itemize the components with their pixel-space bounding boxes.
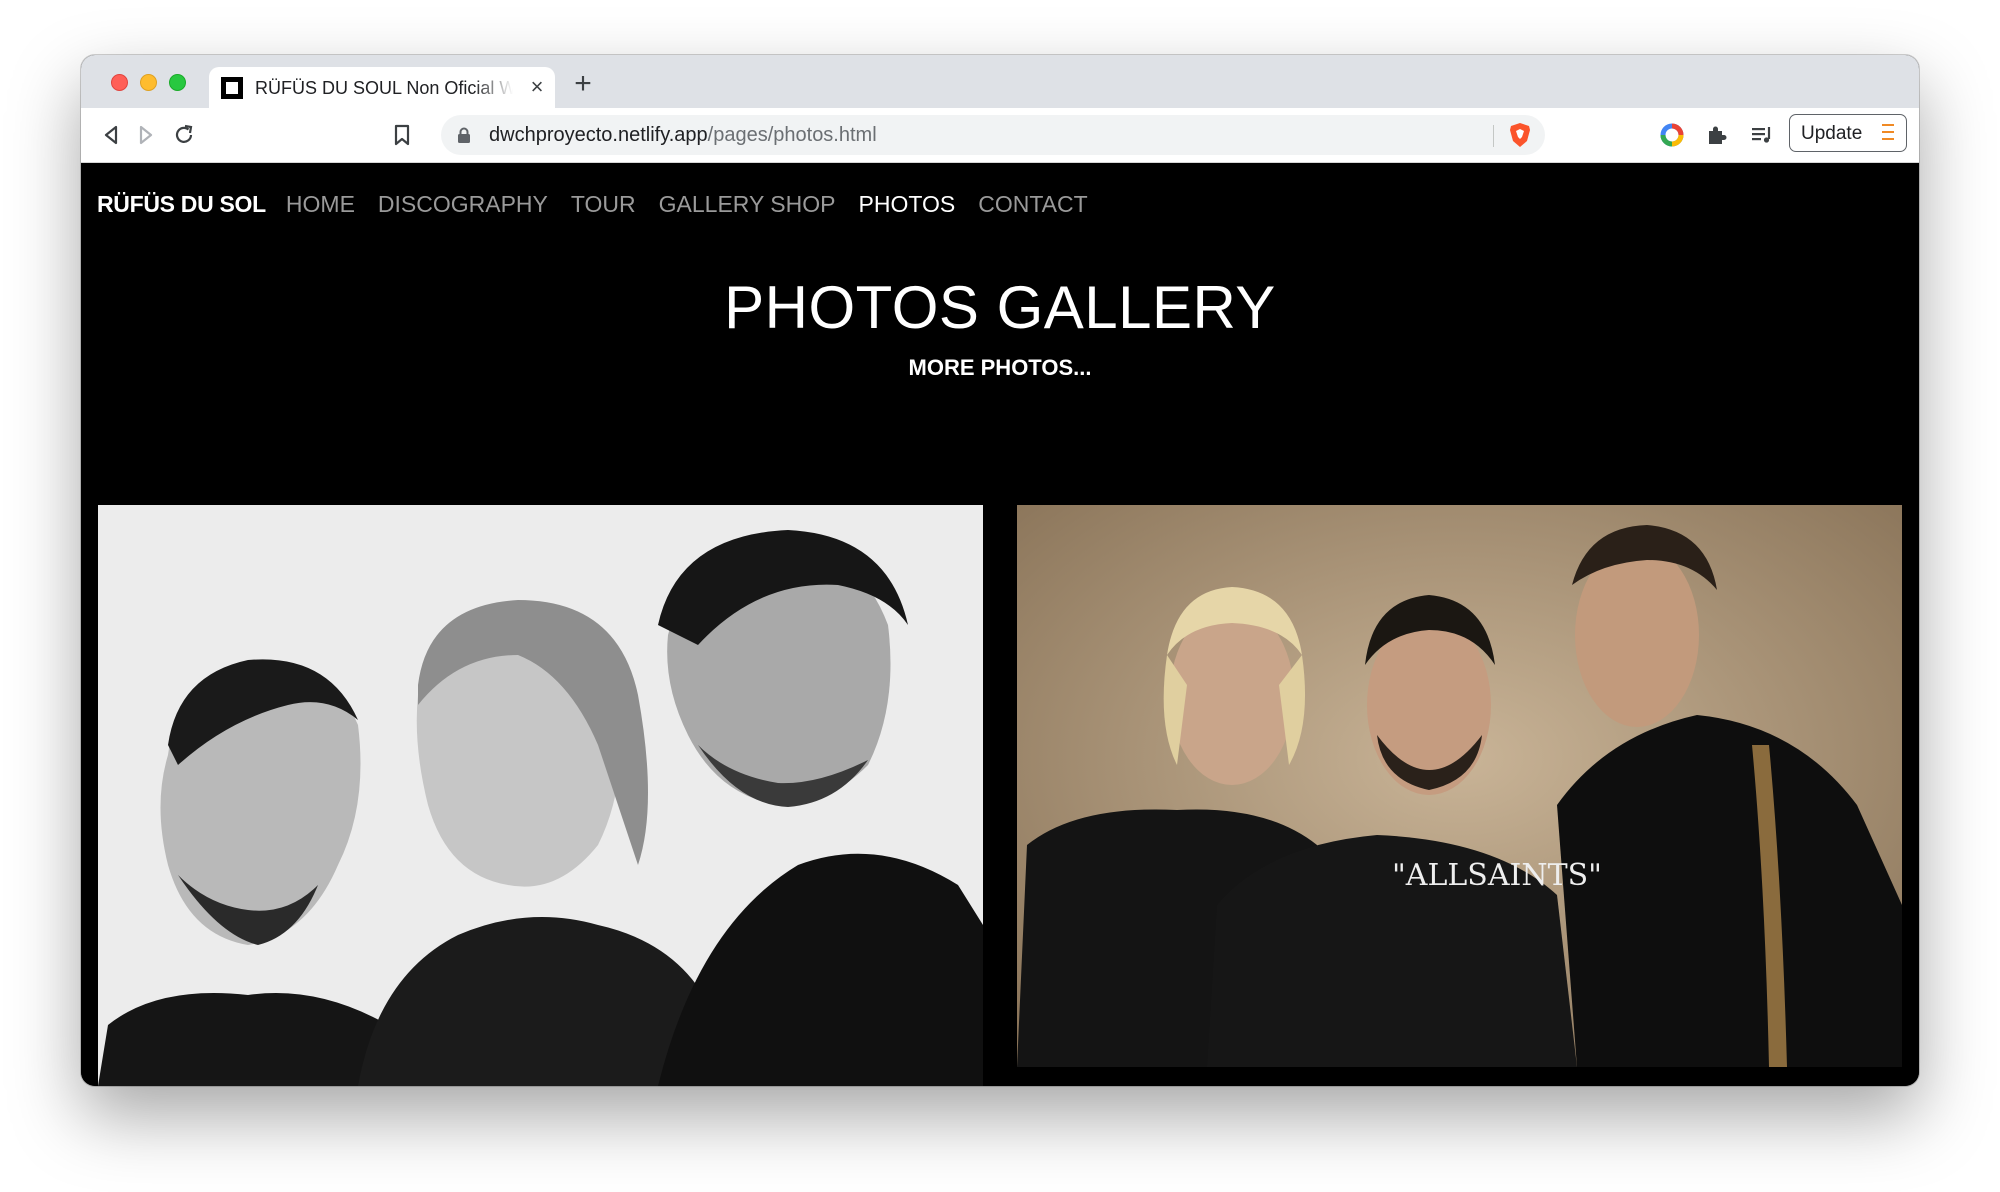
band-photo-bw[interactable] bbox=[98, 505, 983, 1086]
tab-title: RÜFÜS DU SOUL Non Oficial Web bbox=[255, 78, 513, 98]
nav-gallery-shop[interactable]: GALLERY SHOP bbox=[659, 191, 836, 218]
webpage: RÜFÜS DU SOL HOME DISCOGRAPHY TOUR GALLE… bbox=[81, 163, 1919, 1086]
back-icon[interactable] bbox=[99, 122, 125, 148]
update-button[interactable]: Update bbox=[1789, 114, 1907, 152]
maximize-window-button[interactable] bbox=[169, 74, 186, 91]
nav-discography[interactable]: DISCOGRAPHY bbox=[378, 191, 548, 218]
url-text: dwchproyecto.netlify.app/pages/photos.ht… bbox=[489, 124, 877, 147]
browser-tab[interactable]: RÜFÜS DU SOUL Non Oficial Web × bbox=[209, 67, 555, 108]
site-favicon-icon bbox=[221, 77, 243, 99]
address-bar[interactable]: dwchproyecto.netlify.app/pages/photos.ht… bbox=[441, 115, 1545, 155]
minimize-window-button[interactable] bbox=[140, 74, 157, 91]
media-queue-icon[interactable] bbox=[1749, 122, 1775, 148]
band-photo-color[interactable]: "ALLSAINTS" bbox=[1017, 505, 1902, 1067]
nav-tour[interactable]: TOUR bbox=[571, 191, 636, 218]
new-tab-button[interactable]: + bbox=[569, 69, 597, 99]
reload-icon[interactable] bbox=[171, 122, 197, 148]
url-host: dwchproyecto.netlify.app bbox=[489, 124, 708, 146]
tab-strip: RÜFÜS DU SOUL Non Oficial Web × + bbox=[81, 55, 1919, 108]
extensions-puzzle-icon[interactable] bbox=[1704, 122, 1730, 148]
more-photos-link[interactable]: MORE PHOTOS... bbox=[81, 355, 1919, 381]
bookmark-icon[interactable] bbox=[389, 122, 415, 148]
nav-photos[interactable]: PHOTOS bbox=[859, 191, 956, 218]
update-label: Update bbox=[1801, 123, 1863, 144]
close-window-button[interactable] bbox=[111, 74, 128, 91]
nav-contact[interactable]: CONTACT bbox=[978, 191, 1087, 218]
browser-window: RÜFÜS DU SOUL Non Oficial Web × + dwchpr… bbox=[81, 55, 1919, 1086]
url-path: /pages/photos.html bbox=[707, 124, 877, 146]
forward-icon[interactable] bbox=[132, 122, 158, 148]
shirt-text: "ALLSAINTS" bbox=[1392, 858, 1602, 893]
brand-logo[interactable]: RÜFÜS DU SOL bbox=[97, 191, 266, 218]
browser-toolbar: dwchproyecto.netlify.app/pages/photos.ht… bbox=[81, 108, 1919, 163]
tab-close-icon[interactable]: × bbox=[525, 75, 549, 99]
color-extension-icon[interactable] bbox=[1659, 122, 1685, 148]
page-title: PHOTOS GALLERY bbox=[724, 274, 1276, 341]
menu-icon[interactable] bbox=[1882, 124, 1896, 142]
omnibox-divider bbox=[1493, 125, 1494, 147]
brave-shields-icon[interactable] bbox=[1507, 121, 1533, 149]
lock-icon[interactable] bbox=[455, 126, 473, 144]
nav-home[interactable]: HOME bbox=[286, 191, 355, 218]
site-nav: RÜFÜS DU SOL HOME DISCOGRAPHY TOUR GALLE… bbox=[97, 189, 1111, 219]
